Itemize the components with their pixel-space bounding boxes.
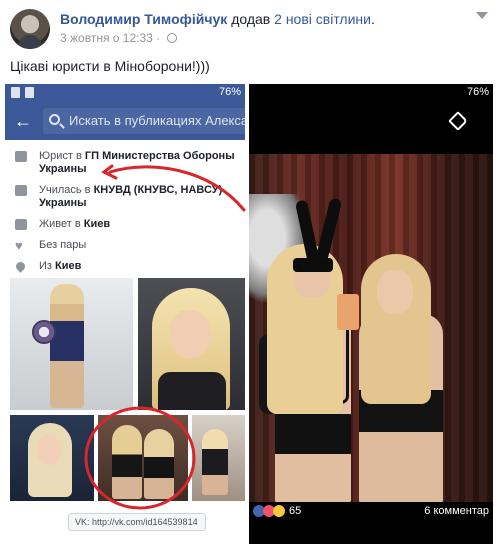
avatar[interactable] <box>10 9 50 49</box>
comments-count: 6 комментар <box>424 505 489 517</box>
profile-photo <box>138 278 245 410</box>
chevron-down-icon[interactable] <box>476 12 488 19</box>
vk-badge: VK: http://vk.com/id164539814 <box>68 513 206 531</box>
post-header: Володимир Тимофійчук додав 2 нові світли… <box>8 6 490 50</box>
battery-level: 76% <box>466 86 489 98</box>
heart-icon: ♥ <box>15 238 23 253</box>
post-action: додав <box>231 11 271 27</box>
about-item-lives: Живет в Киев <box>13 218 237 231</box>
meta-separator: · <box>156 31 161 45</box>
status-bar: 76% <box>249 84 493 102</box>
haha-icon <box>273 505 285 517</box>
search-placeholder: Искать в публикациях Александ <box>69 113 247 128</box>
author-name[interactable]: Володимир Тимофійчук <box>60 11 227 27</box>
battery-level: 76% <box>218 86 241 98</box>
photos-link[interactable]: 2 нові світлини <box>274 11 371 27</box>
about-item-education: Училась в КНУВД (КНУВС, НАВСУ) Украины <box>13 184 237 210</box>
globe-icon[interactable] <box>166 33 177 43</box>
location-pin-icon <box>14 260 27 273</box>
about-bold: Киев <box>83 218 111 230</box>
notification-icon <box>11 87 20 98</box>
profile-photo <box>98 415 188 501</box>
right-screenshot[interactable]: 76% 65 6 комментар <box>249 84 493 544</box>
tag-icon <box>448 111 468 131</box>
author-line: Володимир Тимофійчук додав 2 нові світли… <box>60 11 375 27</box>
search-input: Искать в публикациях Александ <box>43 108 247 134</box>
reaction-count: 65 <box>289 505 302 517</box>
about-list: Юрист в ГП Министерства Обороны Украины … <box>5 140 245 273</box>
profile-photo <box>10 278 133 410</box>
about-item-from: Из Киев <box>13 260 237 273</box>
about-text: Без пары <box>39 239 87 251</box>
post-meta: 3 жовтня о 12:33 · <box>60 31 177 45</box>
briefcase-icon <box>15 151 27 162</box>
about-item-work: Юрист в ГП Министерства Обороны Украины <box>13 150 237 176</box>
home-icon <box>15 219 27 230</box>
search-icon <box>49 114 60 125</box>
about-bold: Киев <box>55 260 82 272</box>
status-bar: 76% <box>5 84 245 102</box>
graduation-cap-icon <box>15 185 27 196</box>
period: . <box>370 11 375 27</box>
about-text: Юрист в <box>39 150 85 162</box>
about-item-relationship: ♥ Без пары <box>13 239 237 252</box>
post-text: Цікаві юристи в Міноборони!))) <box>10 58 210 74</box>
back-arrow-icon: ← <box>14 111 32 131</box>
notification-icon <box>25 87 34 98</box>
profile-photo <box>192 415 245 501</box>
party-photo <box>249 154 493 504</box>
search-bar: ← Искать в публикациях Александ <box>5 102 245 140</box>
timestamp[interactable]: 3 жовтня о 12:33 <box>60 31 153 45</box>
about-text: Живет в <box>39 218 84 230</box>
reactions-bar: 65 6 комментар <box>249 502 493 522</box>
profile-photo <box>10 415 94 501</box>
left-screenshot[interactable]: 76% ← Искать в публикациях Александ Юрис… <box>5 84 247 544</box>
about-text: Из <box>39 260 56 272</box>
about-text: Училась в <box>39 184 94 196</box>
